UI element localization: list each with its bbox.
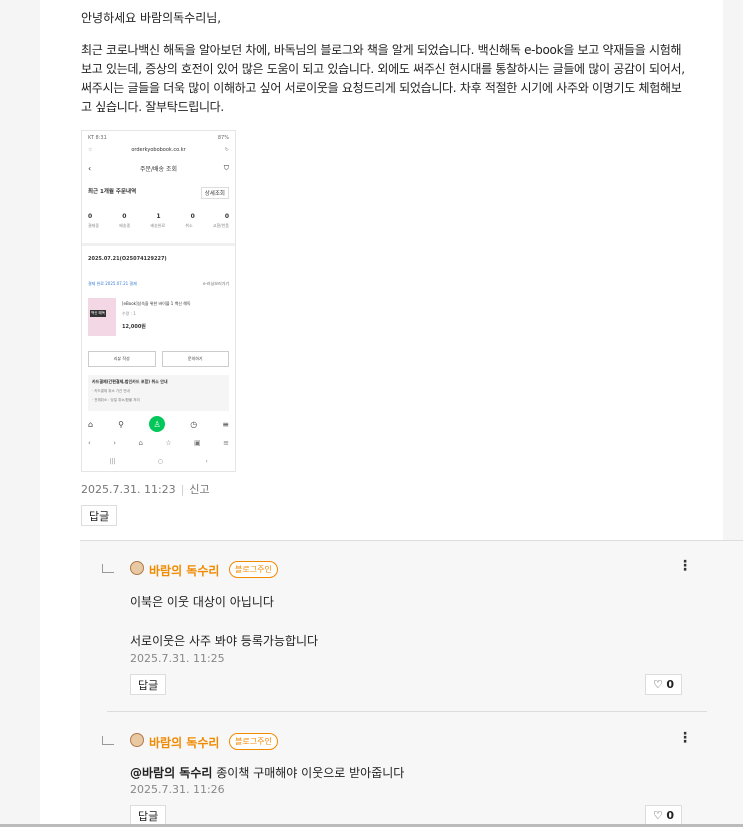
- browser-tabs-icon: ▣: [194, 439, 201, 447]
- count-value: 0: [122, 213, 127, 220]
- notice-line: · 카드결제 취소 기간 안내: [92, 389, 130, 393]
- reply-button[interactable]: 답글: [130, 674, 167, 695]
- product-price: 12,000원: [122, 324, 146, 330]
- home-icon: ⌂: [88, 419, 94, 429]
- notice-line: · 전체취소 : 당일 취소/환불 처리: [92, 398, 140, 402]
- android-recent-icon: |||: [109, 458, 116, 465]
- shot-detail-button: 상세조회: [200, 187, 229, 199]
- book-cover-label: 백신 해독: [90, 310, 106, 317]
- order-number: 2025.07.21(O25074129227): [88, 256, 167, 262]
- like-button[interactable]: ♡ 0: [645, 674, 683, 695]
- shot-page-title: 주문/배송 조회: [139, 166, 178, 173]
- back-icon: ‹: [88, 164, 92, 173]
- reply-text: 서로이웃은 사주 봐야 등록가능합니다: [130, 634, 319, 648]
- like-button[interactable]: ♡ 0: [645, 805, 683, 826]
- report-link[interactable]: 신고: [189, 483, 209, 496]
- reply-arrow-icon: [102, 736, 114, 745]
- more-options-icon[interactable]: ⋮: [678, 730, 692, 746]
- product-qty: 수량 : 1: [122, 311, 136, 316]
- comment-meta: 2025.7.31. 11:23 | 신고: [81, 481, 210, 497]
- book-cover: 백신 해독: [88, 298, 116, 336]
- status-time: KT 8:31: [88, 135, 107, 141]
- comment-body-line: 보고 있는데, 증상의 호전이 있어 많은 도움이 되고 있습니다. 외에도 써…: [81, 62, 685, 76]
- browser-home-icon: ⌂: [138, 439, 143, 447]
- count-value: 0: [88, 213, 93, 220]
- more-options-icon[interactable]: ⋮: [678, 558, 692, 574]
- notice-title: 카드결제(간편결제,법인카드 포함) 취소 안내: [92, 379, 168, 384]
- reply-mention[interactable]: @바람의 독수리: [130, 766, 212, 780]
- review-button: 리뷰 작성: [88, 351, 156, 367]
- owner-badge: 블로그주인: [229, 561, 278, 578]
- shot-divider: [82, 243, 235, 246]
- meta-separator: |: [180, 483, 185, 496]
- reply-nickname[interactable]: 바람의 독수리: [149, 562, 219, 579]
- reply-text-body: 종이책 구매해야 이웃으로 받아줍니다: [216, 766, 405, 780]
- attached-screenshot[interactable]: KT 8:31 87% ☆ orderkyobobook.co.kr ↻ ‹ 주…: [81, 130, 236, 472]
- android-home-icon: ○: [157, 458, 163, 465]
- count-label: 취소: [185, 223, 193, 228]
- comment-body: 최근 코로나백신 해독을 알아보던 차에, 바독님의 블로그와 책을 알게 되었…: [81, 41, 721, 117]
- order-link: e-러닝보러가기: [203, 281, 229, 286]
- browser-star-icon: ☆: [165, 439, 172, 447]
- heart-icon: ♡: [653, 809, 663, 822]
- comment-body-line: 고 싶습니다. 잘부탁드립니다.: [81, 100, 224, 114]
- reply-nickname[interactable]: 바람의 독수리: [149, 734, 219, 751]
- count-label: 배송완료: [150, 223, 166, 228]
- comment-date: 2025.7.31. 11:23: [81, 483, 176, 496]
- comment-body-line: 최근 코로나백신 해독을 알아보던 차에, 바독님의 블로그와 책을 알게 되었…: [81, 43, 682, 57]
- count-value: 0: [224, 213, 229, 220]
- count-value: 1: [156, 213, 161, 220]
- count-value: 0: [190, 213, 195, 220]
- reply-divider: [107, 711, 707, 712]
- reply-arrow-icon: [102, 564, 114, 573]
- cart-icon: ⛉: [223, 164, 229, 172]
- owner-badge: 블로그주인: [229, 733, 278, 750]
- star-icon: ☆: [88, 147, 93, 153]
- count-label: 배송중: [119, 223, 131, 228]
- order-meta: 결제 완료 2025.07.21 결제: [88, 281, 137, 286]
- reply-button[interactable]: 답글: [81, 505, 118, 526]
- url-text: orderkyobobook.co.kr: [131, 147, 186, 153]
- count-label: 결제중: [88, 223, 100, 228]
- shot-section-title: 최근 1개월 주문내역: [88, 189, 137, 195]
- profile-icon: ♙: [149, 416, 166, 432]
- reply-date: 2025.7.31. 11:26: [130, 783, 225, 796]
- inquiry-button: 문의하기: [161, 351, 229, 367]
- search-icon: ⚲: [118, 419, 125, 429]
- browser-menu-icon: ≡: [223, 439, 229, 447]
- refresh-icon: ↻: [224, 147, 229, 153]
- reply-thread: 바람의 독수리 블로그주인 ⋮ 이북은 이웃 대상이 아닙니다 서로이웃은 사주…: [80, 540, 743, 827]
- avatar[interactable]: [130, 733, 144, 747]
- like-count: 0: [666, 678, 675, 691]
- avatar[interactable]: [130, 561, 144, 575]
- clock-icon: ◷: [190, 419, 198, 429]
- browser-back-icon: ‹: [88, 439, 91, 447]
- android-back-icon: ‹: [205, 458, 208, 465]
- comment-greeting: 안녕하세요 바람의독수리님,: [81, 11, 222, 25]
- reply-text: @바람의 독수리 종이책 구매해야 이웃으로 받아줍니다: [130, 764, 404, 781]
- like-count: 0: [666, 809, 675, 822]
- menu-icon: ≡: [222, 419, 229, 429]
- comment-body-line: 써주시는 글들을 더욱 많이 이해하고 싶어 서로이웃을 요청드리게 되었습니다…: [81, 81, 682, 95]
- notice-box: 카드결제(간편결제,법인카드 포함) 취소 안내 · 카드결제 취소 기간 안내…: [88, 375, 229, 411]
- status-battery: 87%: [217, 135, 229, 141]
- reply-date: 2025.7.31. 11:25: [130, 652, 225, 665]
- heart-icon: ♡: [653, 678, 663, 691]
- reply-button[interactable]: 답글: [130, 805, 167, 826]
- product-name: [eBook]성숙을 위한 바이블 1 백신 해독: [122, 301, 191, 306]
- browser-forward-icon: ›: [113, 439, 117, 447]
- reply-text: 이북은 이웃 대상이 아닙니다: [130, 595, 274, 609]
- count-label: 교환/반품: [212, 223, 229, 228]
- page-content: 안녕하세요 바람의독수리님, 최근 코로나백신 해독을 알아보던 차에, 바독님…: [40, 0, 743, 827]
